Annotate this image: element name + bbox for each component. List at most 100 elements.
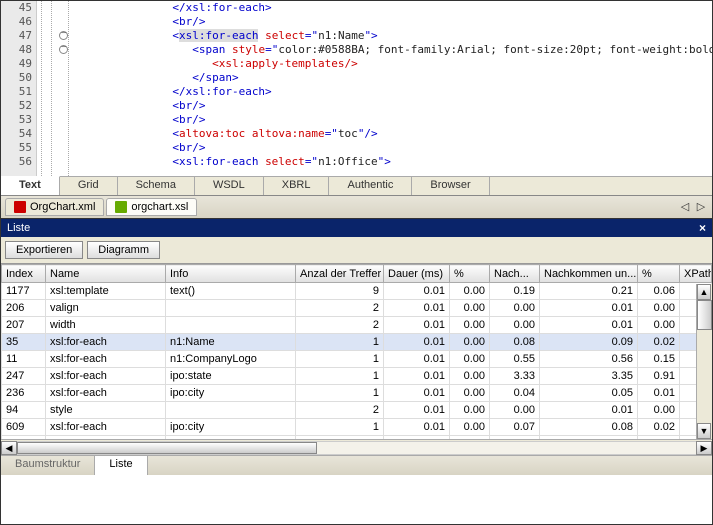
column-header[interactable]: Info bbox=[166, 265, 296, 283]
horizontal-scrollbar[interactable]: ◀ ▶ bbox=[1, 439, 712, 455]
table-row[interactable]: 609xsl:for-eachipo:city10.010.000.070.08… bbox=[2, 419, 712, 436]
code-line[interactable]: <altova:toc altova:name="toc"/> bbox=[73, 127, 712, 141]
cell: n1:CompanyLogo bbox=[166, 351, 296, 368]
liste-table[interactable]: IndexNameInfoAnzal der TrefferDauer (ms)… bbox=[1, 264, 712, 439]
code-editor[interactable]: 454647484950515253545556 </xsl:for-each>… bbox=[1, 1, 712, 176]
fold-toggle-icon[interactable] bbox=[59, 31, 68, 40]
liste-titlebar: Liste × bbox=[1, 219, 712, 237]
cell: 0.00 bbox=[638, 300, 680, 317]
table-row[interactable]: 1177xsl:templatetext()90.010.000.190.210… bbox=[2, 283, 712, 300]
cell: 0.00 bbox=[638, 317, 680, 334]
code-line[interactable]: <br/> bbox=[73, 15, 712, 29]
doc-tab-label: orgchart.xsl bbox=[131, 201, 188, 213]
scroll-thumb[interactable] bbox=[697, 300, 712, 330]
bottom-tab-liste[interactable]: Liste bbox=[95, 456, 147, 475]
bottom-tab-baumstruktur[interactable]: Baumstruktur bbox=[1, 456, 95, 475]
scroll-up-icon[interactable]: ▲ bbox=[697, 284, 711, 300]
view-tab-grid[interactable]: Grid bbox=[60, 177, 118, 195]
column-header[interactable]: Name bbox=[46, 265, 166, 283]
view-tab-xbrl[interactable]: XBRL bbox=[264, 177, 330, 195]
view-tab-browser[interactable]: Browser bbox=[412, 177, 489, 195]
code-line[interactable]: <br/> bbox=[73, 113, 712, 127]
cell: ipo:city bbox=[166, 385, 296, 402]
view-tab-wsdl[interactable]: WSDL bbox=[195, 177, 264, 195]
code-line[interactable]: <xsl:apply-templates/> bbox=[73, 57, 712, 71]
table-row[interactable]: 206valign20.010.000.000.010.00 bbox=[2, 300, 712, 317]
line-number: 55 bbox=[1, 141, 36, 155]
table-row[interactable]: 236xsl:for-eachipo:city10.010.000.040.05… bbox=[2, 385, 712, 402]
document-tabs: OrgChart.xml orgchart.xsl ◁ ▷ bbox=[1, 196, 712, 218]
cell: 0.01 bbox=[384, 283, 450, 300]
cell: 0.00 bbox=[450, 368, 490, 385]
cell: 1177 bbox=[2, 283, 46, 300]
liste-title-text: Liste bbox=[7, 219, 30, 237]
column-header[interactable]: XPath bbox=[680, 265, 712, 283]
cell: 0.02 bbox=[638, 334, 680, 351]
scroll-thumb[interactable] bbox=[17, 442, 317, 454]
cell: 1 bbox=[296, 351, 384, 368]
view-tabs: TextGridSchemaWSDLXBRLAuthenticBrowser bbox=[1, 176, 712, 196]
export-button[interactable]: Exportieren bbox=[5, 241, 83, 259]
file-icon bbox=[115, 201, 127, 213]
vertical-scrollbar[interactable]: ▲ ▼ bbox=[696, 284, 712, 439]
bottom-tabs: BaumstrukturListe bbox=[1, 455, 712, 475]
code-line[interactable]: </xsl:for-each> bbox=[73, 1, 712, 15]
cell: 0.04 bbox=[490, 385, 540, 402]
code-line[interactable]: <xsl:for-each select="n1:Name"> bbox=[73, 29, 712, 43]
cell: 1 bbox=[296, 385, 384, 402]
table-row[interactable]: 11xsl:for-eachn1:CompanyLogo10.010.000.5… bbox=[2, 351, 712, 368]
cell: xsl:for-each bbox=[46, 436, 166, 440]
scroll-down-icon[interactable]: ▼ bbox=[697, 423, 711, 439]
view-tab-schema[interactable]: Schema bbox=[118, 177, 195, 195]
column-header[interactable]: Nach... bbox=[490, 265, 540, 283]
cell: 0.06 bbox=[638, 283, 680, 300]
cell: 0.01 bbox=[384, 419, 450, 436]
column-header[interactable]: Nachkommen un... bbox=[540, 265, 638, 283]
scroll-right-icon[interactable]: ▶ bbox=[696, 441, 712, 455]
table-row[interactable]: 247xsl:for-eachipo:state10.010.003.333.3… bbox=[2, 368, 712, 385]
code-line[interactable]: <span style="color:#0588BA; font-family:… bbox=[73, 43, 712, 57]
cell: 0.02 bbox=[638, 419, 680, 436]
doc-tab[interactable]: orgchart.xsl bbox=[106, 198, 197, 216]
cell: 0.02 bbox=[638, 436, 680, 440]
column-header[interactable]: % bbox=[450, 265, 490, 283]
doc-tab[interactable]: OrgChart.xml bbox=[5, 198, 104, 216]
scroll-left-icon[interactable]: ◀ bbox=[1, 441, 17, 455]
table-row[interactable]: 35xsl:for-eachn1:Name10.010.000.080.090.… bbox=[2, 334, 712, 351]
column-header[interactable]: Index bbox=[2, 265, 46, 283]
cell: n1:Name bbox=[166, 334, 296, 351]
cell: valign bbox=[46, 300, 166, 317]
column-header[interactable]: Dauer (ms) bbox=[384, 265, 450, 283]
diagram-button[interactable]: Diagramm bbox=[87, 241, 160, 259]
view-tab-authentic[interactable]: Authentic bbox=[329, 177, 412, 195]
table-row[interactable]: 94style20.010.000.000.010.00 bbox=[2, 402, 712, 419]
column-header[interactable]: % bbox=[638, 265, 680, 283]
cell: 35 bbox=[2, 334, 46, 351]
line-number: 48 bbox=[1, 43, 36, 57]
cell: 0.05 bbox=[540, 385, 638, 402]
fold-column[interactable] bbox=[37, 1, 73, 176]
code-line[interactable]: <br/> bbox=[73, 99, 712, 113]
code-content[interactable]: </xsl:for-each> <br/> <xsl:for-each sele… bbox=[73, 1, 712, 169]
cell: 0.01 bbox=[384, 436, 450, 440]
view-tab-text[interactable]: Text bbox=[1, 176, 60, 195]
cell: xsl:for-each bbox=[46, 351, 166, 368]
code-line[interactable]: <br/> bbox=[73, 141, 712, 155]
cell: 0.07 bbox=[490, 419, 540, 436]
cell: 0.00 bbox=[490, 317, 540, 334]
code-line[interactable]: </span> bbox=[73, 71, 712, 85]
prev-tab-icon[interactable]: ◁ bbox=[680, 200, 690, 213]
fold-toggle-icon[interactable] bbox=[59, 45, 68, 54]
column-header[interactable]: Anzal der Treffer bbox=[296, 265, 384, 283]
cell: 0.00 bbox=[490, 402, 540, 419]
table-row[interactable]: 622xsl:for-eachipo:postcode10.010.000.07… bbox=[2, 436, 712, 440]
table-row[interactable]: 207width20.010.000.000.010.00 bbox=[2, 317, 712, 334]
cell: 0.01 bbox=[384, 300, 450, 317]
cell: 622 bbox=[2, 436, 46, 440]
code-line[interactable]: <xsl:for-each select="n1:Office"> bbox=[73, 155, 712, 169]
code-line[interactable]: </xsl:for-each> bbox=[73, 85, 712, 99]
cell: width bbox=[46, 317, 166, 334]
close-icon[interactable]: × bbox=[699, 219, 706, 237]
cell: 0.00 bbox=[450, 419, 490, 436]
next-tab-icon[interactable]: ▷ bbox=[696, 200, 706, 213]
